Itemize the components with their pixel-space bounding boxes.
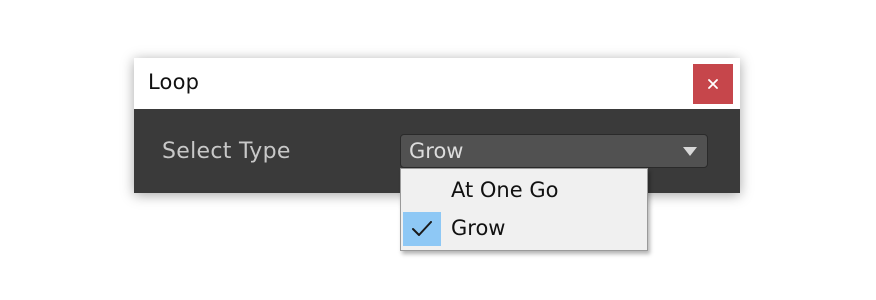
- type-dropdown-menu: At One Go Grow: [400, 168, 648, 251]
- select-type-label: Select Type: [162, 139, 291, 164]
- dialog-title: Loop: [148, 70, 200, 94]
- option-label: Grow: [451, 216, 506, 240]
- option-check-area: [403, 174, 441, 208]
- triangle-down-icon: [683, 147, 697, 156]
- option-check-area: [403, 212, 441, 246]
- checkmark-icon: [412, 221, 432, 236]
- close-icon: [708, 79, 718, 89]
- select-value: Grow: [409, 139, 464, 163]
- option-label: At One Go: [451, 178, 559, 202]
- option-grow[interactable]: Grow: [401, 210, 647, 248]
- close-button[interactable]: [693, 64, 733, 104]
- type-select[interactable]: Grow: [400, 134, 708, 168]
- option-at-one-go[interactable]: At One Go: [401, 172, 647, 210]
- title-bar[interactable]: Loop: [134, 58, 740, 109]
